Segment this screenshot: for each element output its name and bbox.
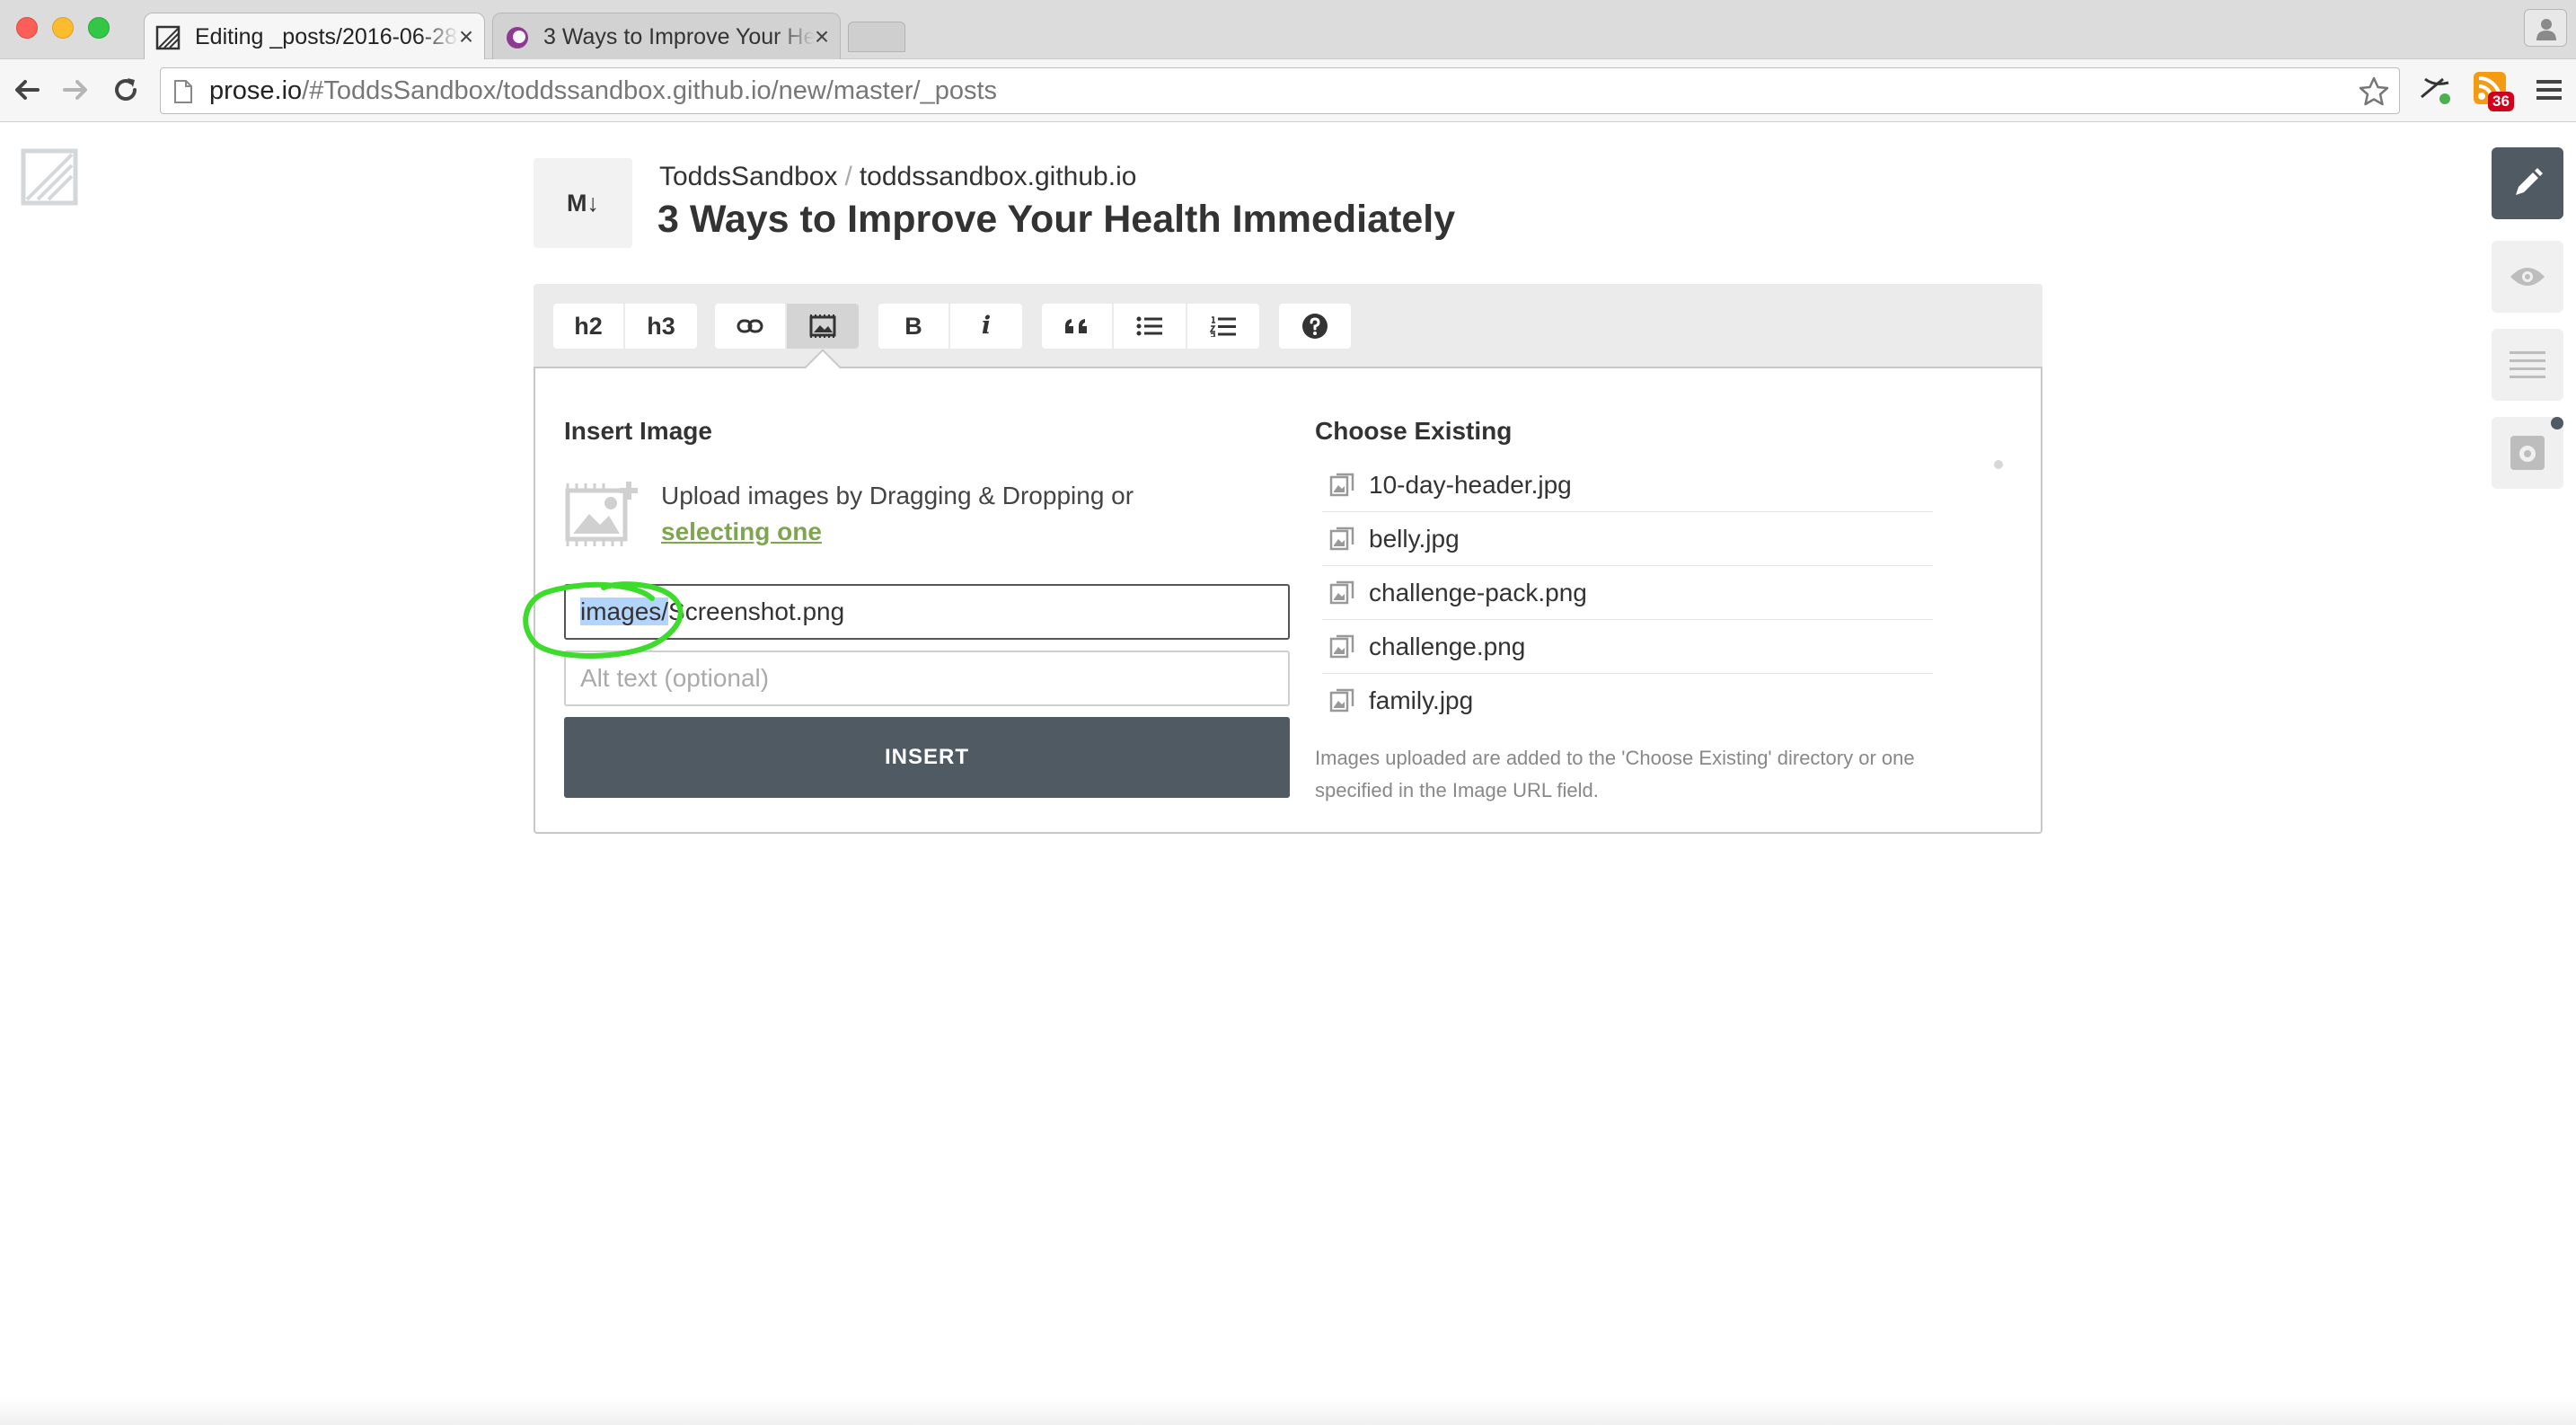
- insert-button[interactable]: INSERT: [564, 717, 1290, 798]
- url-path: /#ToddsSandbox/toddssandbox.github.io/ne…: [302, 76, 998, 105]
- image-button[interactable]: [787, 304, 859, 349]
- breadcrumb-separator: /: [844, 162, 852, 191]
- heading2-button[interactable]: h2: [553, 304, 623, 349]
- metadata-button[interactable]: [2492, 329, 2563, 401]
- address-bar[interactable]: prose.io/#ToddsSandbox/toddssandbox.gith…: [160, 67, 2400, 114]
- window-close-button[interactable]: [16, 17, 38, 39]
- scrollbar-indicator[interactable]: [1994, 460, 2003, 469]
- breadcrumb-owner[interactable]: ToddsSandbox: [659, 162, 838, 191]
- tab-close-icon[interactable]: ×: [811, 13, 833, 59]
- text-lines-icon: [2510, 351, 2545, 378]
- editor-toolbar: h2 h3 B i: [534, 284, 2042, 368]
- help-button[interactable]: [1279, 304, 1351, 349]
- url-text: prose.io/#ToddsSandbox/toddssandbox.gith…: [209, 68, 997, 113]
- list-item[interactable]: challenge-pack.png: [1322, 566, 1933, 620]
- quote-icon: [1065, 319, 1087, 333]
- list-item[interactable]: challenge.png: [1322, 620, 1933, 674]
- numbered-list-icon: [1210, 316, 1236, 337]
- forward-arrow-icon[interactable]: [57, 72, 93, 108]
- help-icon: [1302, 314, 1328, 339]
- tab-title: 3 Ways to Improve Your Health: [543, 24, 815, 49]
- new-tab-button[interactable]: [848, 22, 905, 52]
- image-file-icon: [1329, 473, 1354, 497]
- insert-image-dialog: Insert Image Upload images by Dragging &…: [534, 367, 2042, 834]
- file-name: challenge.png: [1369, 633, 1526, 660]
- list-item[interactable]: family.jpg: [1322, 674, 1933, 728]
- list-item[interactable]: 10-day-header.jpg: [1322, 458, 1933, 512]
- window-minimize-button[interactable]: [52, 17, 74, 39]
- page-icon: [174, 80, 192, 103]
- annotation-circle: [523, 581, 684, 659]
- person-icon: [2536, 19, 2556, 40]
- markdown-file-icon: M↓: [534, 158, 632, 248]
- numbered-list-button[interactable]: [1187, 304, 1259, 349]
- rss-unread-badge: 36: [2488, 92, 2514, 111]
- file-name: family.jpg: [1369, 686, 1474, 714]
- upload-text: Upload images by Dragging & Dropping or: [661, 482, 1134, 509]
- italic-button[interactable]: i: [950, 304, 1022, 349]
- browser-toolbar: prose.io/#ToddsSandbox/toddssandbox.gith…: [0, 59, 2576, 122]
- window-zoom-button[interactable]: [88, 17, 110, 39]
- link-button[interactable]: [715, 304, 785, 349]
- quote-button[interactable]: [1042, 304, 1112, 349]
- insert-image-heading: Insert Image: [564, 417, 712, 445]
- upload-image-icon[interactable]: [564, 478, 641, 546]
- heading3-button[interactable]: h3: [625, 304, 697, 349]
- image-file-icon: [1329, 527, 1354, 551]
- eye-icon: [2510, 268, 2545, 286]
- upload-instructions: Upload images by Dragging & Dropping or …: [661, 478, 1134, 550]
- bullet-list-button[interactable]: [1114, 304, 1186, 349]
- save-disk-icon: [2510, 436, 2545, 470]
- profile-button[interactable]: [2524, 9, 2567, 47]
- tab-editing-post[interactable]: Editing _posts/2016-06-28 ×: [144, 13, 485, 59]
- prose-logo-icon[interactable]: [20, 146, 83, 208]
- image-file-icon: [1329, 580, 1354, 605]
- file-name: challenge-pack.png: [1369, 579, 1587, 606]
- image-file-icon: [1329, 634, 1354, 659]
- edit-mode-button[interactable]: [2492, 147, 2563, 219]
- tab-site-preview[interactable]: 3 Ways to Improve Your Health ×: [492, 13, 841, 59]
- prose-logo-icon: [155, 25, 181, 50]
- image-file-icon: [1329, 688, 1354, 712]
- site-favicon-icon: [507, 27, 528, 49]
- select-file-link[interactable]: selecting one: [661, 514, 1134, 550]
- unsaved-indicator: [2551, 417, 2563, 429]
- file-name: belly.jpg: [1369, 525, 1460, 553]
- page-bottom-edge: [0, 1398, 2576, 1425]
- choose-existing-heading: Choose Existing: [1315, 417, 1513, 445]
- existing-images-list: 10-day-header.jpg belly.jpg challenge-pa…: [1322, 458, 1933, 728]
- post-title[interactable]: 3 Ways to Improve Your Health Immediatel…: [657, 198, 1455, 242]
- browser-menu-icon[interactable]: [2535, 75, 2563, 104]
- bookmark-star-icon[interactable]: [2358, 75, 2390, 108]
- pencil-icon: [2516, 168, 2543, 195]
- tab-title: Editing _posts/2016-06-28: [195, 24, 457, 49]
- reload-icon[interactable]: [108, 72, 144, 108]
- list-item[interactable]: belly.jpg: [1322, 512, 1933, 566]
- url-host: prose.io: [209, 76, 303, 105]
- browser-tab-strip: Editing _posts/2016-06-28 × 3 Ways to Im…: [0, 0, 2576, 59]
- back-arrow-icon[interactable]: [9, 72, 45, 108]
- preview-mode-button[interactable]: [2492, 241, 2563, 313]
- upload-note: Images uploaded are added to the 'Choose…: [1315, 747, 1915, 801]
- tab-close-icon[interactable]: ×: [455, 13, 477, 59]
- bold-button[interactable]: B: [878, 304, 948, 349]
- link-icon: [737, 319, 763, 333]
- file-name: 10-day-header.jpg: [1369, 471, 1572, 499]
- breadcrumb-repo[interactable]: toddssandbox.github.io: [860, 162, 1137, 191]
- bullet-list-icon: [1136, 316, 1162, 336]
- image-icon: [809, 314, 836, 338]
- breadcrumb: ToddsSandbox / toddssandbox.github.io: [659, 162, 1136, 192]
- extension-tool-icon[interactable]: [2416, 70, 2454, 108]
